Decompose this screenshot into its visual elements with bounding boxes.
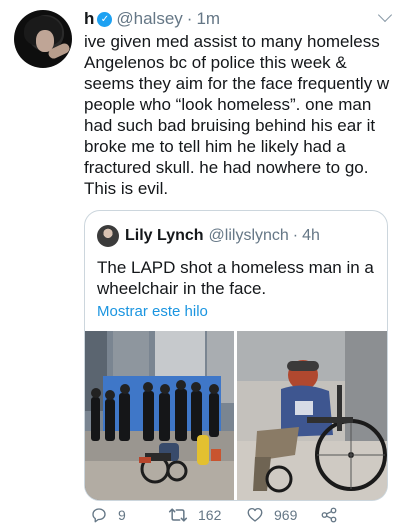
show-thread-link[interactable]: Mostrar este hilo: [97, 303, 208, 320]
tweet: h ✓ @halsey · 1m ive given med assist to…: [84, 7, 393, 199]
reply-icon: [92, 508, 106, 523]
reply-button[interactable]: 9: [90, 506, 126, 524]
verified-badge-icon: ✓: [97, 11, 113, 27]
tweet-text-line: people who “look homeless”. one man: [84, 95, 372, 114]
police-line-photo[interactable]: [85, 331, 234, 500]
quoted-author-avatar: [97, 225, 119, 247]
like-button[interactable]: 969: [246, 506, 297, 524]
tweet-text-line: ive given med assist to many homeless: [84, 32, 380, 51]
author-name[interactable]: h: [84, 9, 94, 29]
retweet-count: 162: [198, 507, 222, 523]
tweet-actions: 9 162 969: [84, 506, 384, 528]
quoted-tweet-text: The LAPD shot a homeless man in a wheelc…: [97, 257, 374, 299]
quoted-media: [85, 331, 387, 500]
tweet-text-line: seems they aim for the face frequently w: [84, 74, 390, 93]
quoted-tweet-timestamp: 4h: [302, 227, 320, 244]
quoted-tweet-header: Lily Lynch @lilyslynch · 4h: [97, 225, 320, 247]
chevron-down-icon[interactable]: [377, 7, 393, 23]
author-avatar[interactable]: [14, 10, 72, 68]
tweet-text-line: Angelenos bc of police this week &: [84, 53, 347, 72]
tweet-text-line: had such bad bruising behind his ear it: [84, 116, 376, 135]
retweet-button[interactable]: 162: [168, 506, 221, 524]
quoted-tweet-card[interactable]: Lily Lynch @lilyslynch · 4h The LAPD sho…: [84, 210, 388, 501]
wheelchair-man-photo[interactable]: [237, 331, 387, 500]
quoted-text-line: wheelchair in the face.: [97, 279, 267, 298]
author-handle[interactable]: @halsey: [116, 9, 182, 29]
like-count: 969: [274, 507, 298, 523]
quoted-author-name: Lily Lynch: [125, 227, 204, 244]
tweet-text: ive given med assist to many homeless An…: [84, 31, 390, 199]
quoted-author-handle: @lilyslynch: [208, 227, 289, 244]
reply-count: 9: [118, 507, 126, 523]
quoted-text-line: The LAPD shot a homeless man in a: [97, 258, 374, 277]
tweet-text-line: broke me to tell him he likely had a: [84, 137, 346, 156]
separator-dot: ·: [292, 227, 299, 244]
share-icon: [321, 507, 337, 523]
tweet-timestamp[interactable]: 1m: [196, 9, 220, 29]
tweet-text-line: fractured skull. he had nowhere to go.: [84, 158, 369, 177]
share-button[interactable]: [320, 506, 348, 524]
tweet-text-line: This is evil.: [84, 179, 169, 198]
like-icon: [247, 507, 263, 522]
separator-dot: ·: [186, 9, 193, 28]
tweet-header: h ✓ @halsey · 1m: [84, 7, 393, 30]
retweet-icon: [168, 508, 188, 522]
